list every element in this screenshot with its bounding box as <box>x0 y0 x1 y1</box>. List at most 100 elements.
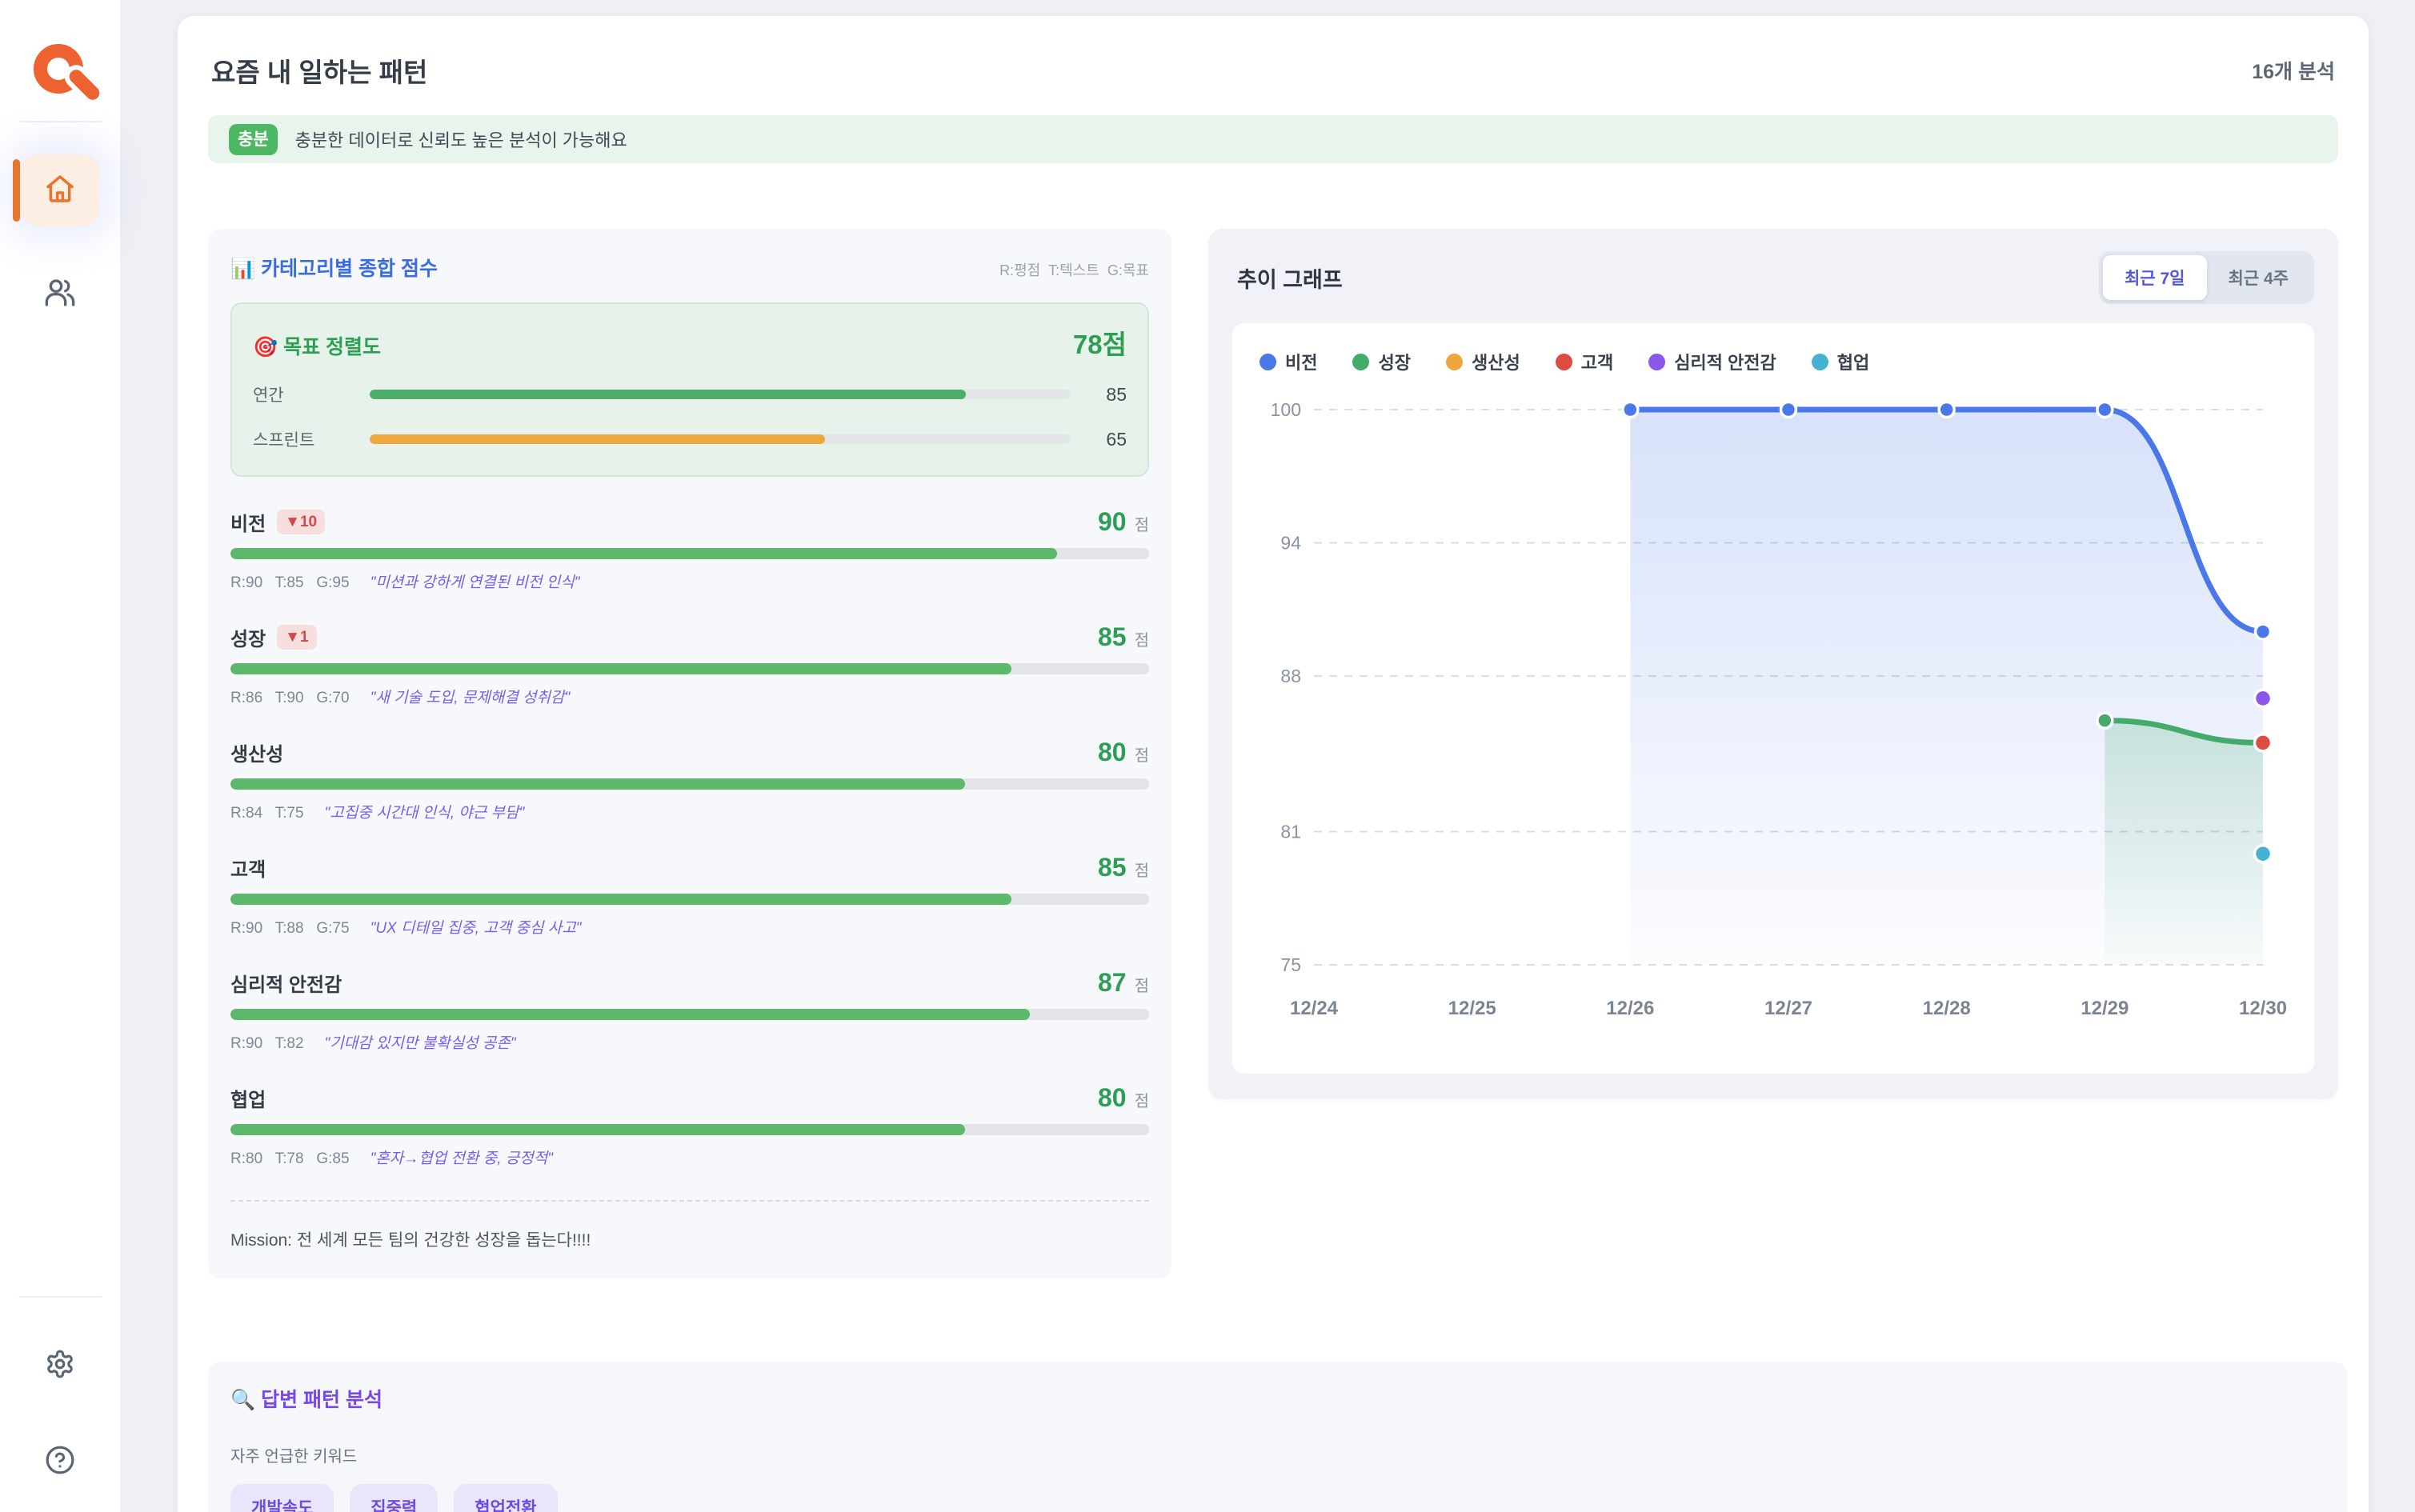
y-tick-label: 94 <box>1280 533 1301 554</box>
mission-statement: Mission: 전 세계 모든 팀의 건강한 성장을 돕는다!!!! <box>230 1200 1149 1251</box>
sidebar-divider-top <box>18 121 102 122</box>
data-point <box>2097 402 2113 418</box>
home-icon <box>44 173 76 209</box>
target-icon: 🎯 <box>253 336 278 358</box>
category-score: 80 <box>1098 738 1127 767</box>
range-toggle: 최근 7일 최근 4주 <box>2099 251 2314 304</box>
goal-bar-fill <box>370 434 825 444</box>
sidebar-bottom <box>0 1296 120 1512</box>
x-tick-label: 12/30 <box>2239 998 2287 1019</box>
keyword-row: 개발속도 집중력 협업전환 <box>230 1484 2325 1512</box>
help-circle-icon <box>45 1445 75 1479</box>
x-tick-label: 12/26 <box>1606 998 1654 1019</box>
category-quote: "혼자→협업 전환 중, 긍정적" <box>370 1146 553 1168</box>
keyword-pill[interactable]: 개발속도 <box>230 1484 334 1512</box>
answer-pattern-panel: 🔍 답변 패턴 분석 자주 언급한 키워드 개발속도 집중력 협업전환 발견된 … <box>208 1362 2347 1512</box>
category-row-psych-safety: 심리적 안전감 87점 R:90 T:82"기대감 있지만 불확실성 공존" <box>230 968 1149 1053</box>
sidebar-item-help[interactable] <box>21 1434 99 1490</box>
delta-badge: ▼10 <box>277 510 325 534</box>
data-point <box>2255 734 2272 751</box>
goal-row-label: 연간 <box>253 382 370 406</box>
score-legend: R:평점 T:텍스트 G:목표 <box>999 259 1149 280</box>
category-bar-track <box>230 1124 1149 1135</box>
data-point <box>2255 846 2272 862</box>
sidebar-divider-bottom <box>18 1296 102 1298</box>
data-point <box>2097 713 2113 728</box>
category-name: 성장 <box>230 623 266 651</box>
legend-item-productivity: 생산성 <box>1446 349 1520 374</box>
trend-line-chart: 1009488817512/2412/2512/2612/2712/2812/2… <box>1256 386 2290 1046</box>
category-meta: R:90 T:82 <box>230 1035 304 1053</box>
goal-bar-fill <box>370 390 966 399</box>
category-bar-track <box>230 548 1149 559</box>
category-name: 협업 <box>230 1084 266 1112</box>
category-meta: R:90 T:88 G:75 <box>230 920 350 938</box>
sidebar-item-home[interactable] <box>21 154 99 226</box>
score-unit: 점 <box>1135 742 1149 766</box>
legend-dot <box>1260 354 1276 370</box>
category-bar-track <box>230 1009 1149 1020</box>
tab-last-4-weeks[interactable]: 최근 4주 <box>2207 255 2310 300</box>
goal-score: 78점 <box>1073 323 1127 362</box>
x-tick-label: 12/25 <box>1448 998 1496 1019</box>
category-name: 생산성 <box>230 738 283 766</box>
keyword-pill[interactable]: 협업전환 <box>454 1484 557 1512</box>
legend-dot <box>1352 354 1369 370</box>
category-quote: "새 기술 도입, 문제해결 성취감" <box>370 686 571 707</box>
category-name: 비전 <box>230 508 266 536</box>
legend-item-customer: 고객 <box>1556 349 1613 374</box>
app-logo[interactable] <box>34 44 86 97</box>
goal-row-value: 65 <box>1071 429 1127 450</box>
category-bar-fill <box>230 1124 965 1135</box>
y-tick-label: 81 <box>1280 821 1301 842</box>
score-unit: 점 <box>1135 627 1149 650</box>
category-quote: "미션과 강하게 연결된 비전 인식" <box>370 570 580 592</box>
keyword-pill[interactable]: 집중력 <box>350 1484 438 1512</box>
category-row-vision: 비전 ▼10 90 점 R:90 T:85 G:95 "미션과 강하게 연결된 비전… <box>230 507 1149 592</box>
x-tick-label: 12/24 <box>1290 998 1339 1019</box>
gear-icon <box>45 1349 75 1383</box>
category-bar-track <box>230 778 1149 790</box>
score-unit: 점 <box>1135 858 1149 881</box>
category-quote: "고집중 시간대 인식, 야근 부담" <box>325 801 525 822</box>
legend-item-psych-safety: 심리적 안전감 <box>1648 349 1776 374</box>
y-tick-label: 75 <box>1280 954 1301 975</box>
category-name: 심리적 안전감 <box>230 969 342 997</box>
trend-title: 추이 그래프 <box>1232 262 1343 294</box>
sidebar-item-team[interactable] <box>21 266 99 322</box>
category-bar-fill <box>230 894 1011 905</box>
score-unit: 점 <box>1135 1088 1149 1111</box>
category-score-panel: 📊 카테고리별 종합 점수 R:평점 T:텍스트 G:목표 🎯 목표 정렬도 7… <box>208 229 1171 1278</box>
keywords-label: 자주 언급한 키워드 <box>230 1443 2325 1466</box>
category-meta: R:80 T:78 G:85 <box>230 1150 350 1168</box>
sidebar <box>0 0 121 1512</box>
score-unit: 점 <box>1135 512 1149 535</box>
category-score: 87 <box>1098 968 1127 998</box>
legend-item-vision: 비전 <box>1260 349 1317 374</box>
x-tick-label: 12/29 <box>2081 998 2129 1019</box>
main-area: 요즘 내 일하는 패턴 16개 분석 충분 충분한 데이터로 신뢰도 높은 분석… <box>121 0 2415 1512</box>
content-card: 요즘 내 일하는 패턴 16개 분석 충분 충분한 데이터로 신뢰도 높은 분석… <box>178 16 2369 1512</box>
x-tick-label: 12/27 <box>1764 998 1812 1019</box>
active-indicator <box>13 159 20 222</box>
category-score: 85 <box>1098 622 1127 652</box>
category-row-customer: 고객 85점 R:90 T:88 G:75"UX 디테일 집중, 고객 중심 사… <box>230 853 1149 938</box>
category-bar-fill <box>230 1009 1030 1020</box>
category-meta: R:86 T:90 G:70 <box>230 690 350 707</box>
delta-badge: ▼1 <box>277 625 316 650</box>
data-sufficiency-banner: 충분 충분한 데이터로 신뢰도 높은 분석이 가능해요 <box>208 115 2338 163</box>
category-name: 고객 <box>230 854 266 882</box>
category-meta: R:90 T:85 G:95 <box>230 574 350 592</box>
y-tick-label: 100 <box>1271 399 1301 420</box>
tab-last-7-days[interactable]: 최근 7일 <box>2103 255 2206 300</box>
users-icon <box>44 277 76 313</box>
data-point <box>1939 402 1954 418</box>
legend-dot <box>1556 354 1572 370</box>
category-score: 90 <box>1098 507 1127 537</box>
legend-item-collaboration: 협업 <box>1812 349 1869 374</box>
sidebar-item-settings[interactable] <box>21 1338 99 1394</box>
category-bar-fill <box>230 778 965 790</box>
score-unit: 점 <box>1135 973 1149 996</box>
data-point <box>2255 690 2272 706</box>
goal-bar-track <box>370 390 1071 399</box>
